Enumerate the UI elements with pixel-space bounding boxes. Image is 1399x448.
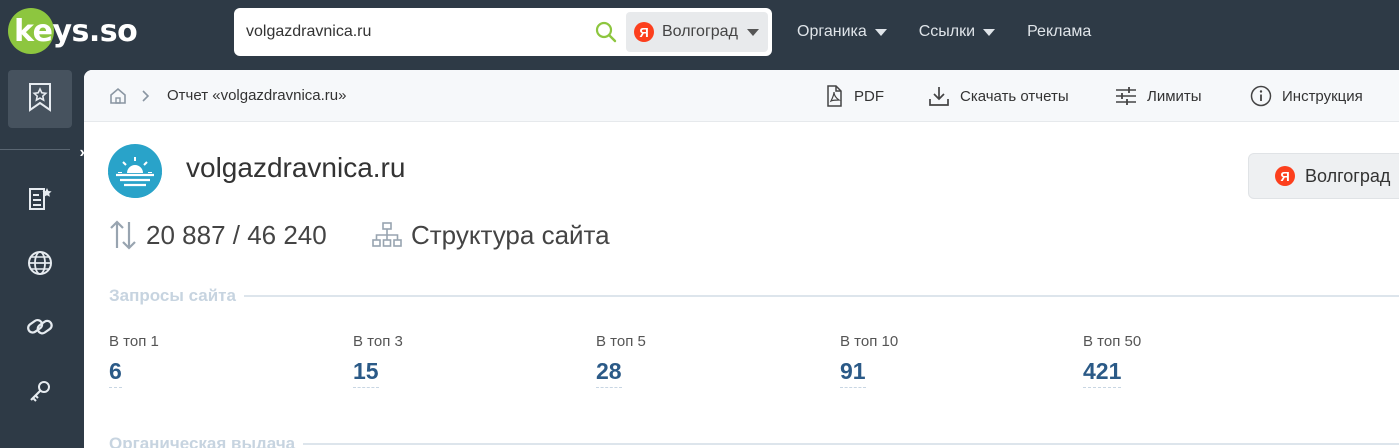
nav-links-label: Ссылки	[918, 23, 976, 40]
site-logo	[108, 144, 162, 198]
metric-top50-label: В топ 50	[1083, 333, 1142, 350]
nav-organic[interactable]: Органика	[797, 23, 887, 41]
help-button[interactable]: Инструкция	[1250, 84, 1363, 108]
chevron-down-icon	[874, 28, 887, 36]
sort-arrows-icon	[110, 220, 136, 250]
yandex-icon: Я	[634, 22, 654, 42]
nav-ads-label: Реклама	[1027, 23, 1092, 40]
limits-label: Лимиты	[1147, 87, 1202, 105]
nav-links[interactable]: Ссылки	[918, 23, 996, 41]
list-star-icon	[26, 185, 54, 218]
nav-organic-label: Органика	[797, 23, 867, 40]
nav-ads[interactable]: Реклама	[1027, 23, 1091, 41]
organic-section-title: Органическая выдача	[109, 434, 296, 448]
logo-text: keys.so	[14, 13, 138, 49]
home-icon[interactable]	[108, 86, 128, 106]
metric-top10-label: В топ 10	[840, 333, 899, 350]
sidebar-item-lists[interactable]	[8, 172, 72, 230]
breadcrumb-current: Отчет «volgazdravnica.ru»	[167, 87, 347, 104]
search-icon[interactable]	[594, 20, 618, 44]
region-button-label: Волгоград	[1305, 165, 1391, 186]
page-title: volgazdravnica.ru	[186, 152, 406, 183]
download-icon	[929, 87, 949, 106]
metric-top3: В топ 3 15	[353, 333, 403, 388]
breadcrumb: Отчет «volgazdravnica.ru» PDF Скачать от…	[84, 70, 1399, 122]
sliders-icon	[1116, 87, 1136, 105]
metric-top5-label: В топ 5	[596, 333, 646, 350]
sidebar-item-favorites[interactable]	[8, 70, 72, 128]
help-label: Инструкция	[1282, 87, 1363, 105]
metric-top10: В топ 10 91	[840, 333, 898, 388]
download-reports-button[interactable]: Скачать отчеты	[928, 84, 1069, 108]
pdf-button[interactable]: PDF	[824, 84, 884, 108]
metric-top1: В топ 1 6	[109, 333, 159, 388]
metric-top3-label: В топ 3	[353, 333, 403, 350]
chevron-down-icon	[983, 28, 996, 36]
region-select-label: Волгоград	[662, 23, 738, 40]
sidebar-item-sites[interactable]	[8, 236, 72, 294]
main-content: Отчет «volgazdravnica.ru» PDF Скачать от…	[84, 70, 1399, 448]
search-box: Я Волгоград	[234, 8, 772, 56]
metric-top1-value[interactable]: 6	[109, 358, 122, 388]
sitemap-icon	[372, 222, 402, 247]
link-icon	[25, 313, 55, 346]
section-divider	[243, 295, 1399, 297]
region-select[interactable]: Я Волгоград	[626, 12, 768, 52]
download-reports-label: Скачать отчеты	[960, 87, 1069, 105]
region-button[interactable]: Я Волгоград	[1248, 153, 1399, 199]
metric-top10-value[interactable]: 91	[840, 358, 866, 388]
pages-ratio: 20 887 / 46 240	[146, 219, 327, 250]
sidebar-divider	[0, 149, 70, 150]
top-nav: Органика Ссылки Реклама	[797, 0, 1123, 64]
pdf-button-label: PDF	[854, 87, 884, 105]
top-bar: keys.so Я Волгоград Органика Ссылки Рекл…	[0, 0, 1399, 64]
sidebar: »	[0, 64, 98, 448]
pages-stat: 20 887 / 46 240	[108, 218, 327, 252]
sidebar-item-links[interactable]	[8, 300, 72, 358]
site-structure-label: Структура сайта	[411, 219, 610, 250]
pdf-icon	[827, 85, 842, 107]
globe-icon	[26, 249, 54, 282]
bookmark-star-icon	[27, 82, 53, 117]
metric-top50-value[interactable]: 421	[1083, 358, 1122, 388]
site-structure-link[interactable]: Структура сайта	[372, 218, 610, 252]
key-icon	[26, 377, 54, 410]
chevron-right-icon	[140, 86, 152, 106]
limits-button[interactable]: Лимиты	[1115, 84, 1202, 108]
metric-top50: В топ 50 421	[1083, 333, 1141, 388]
queries-section-title: Запросы сайта	[109, 286, 236, 305]
sidebar-item-keywords[interactable]	[8, 364, 72, 422]
metric-top5-value[interactable]: 28	[596, 358, 622, 388]
organic-section-header: Органическая выдача	[109, 434, 1399, 448]
queries-section-header: Запросы сайта	[109, 286, 1399, 306]
metric-top1-label: В топ 1	[109, 333, 159, 350]
info-icon	[1250, 85, 1272, 107]
search-input[interactable]	[246, 20, 586, 44]
metric-top3-value[interactable]: 15	[353, 358, 379, 388]
section-divider	[303, 443, 1399, 445]
metric-top5: В топ 5 28	[596, 333, 646, 388]
chevron-down-icon	[746, 28, 759, 36]
yandex-icon: Я	[1275, 166, 1295, 186]
logo[interactable]: keys.so	[8, 8, 138, 54]
